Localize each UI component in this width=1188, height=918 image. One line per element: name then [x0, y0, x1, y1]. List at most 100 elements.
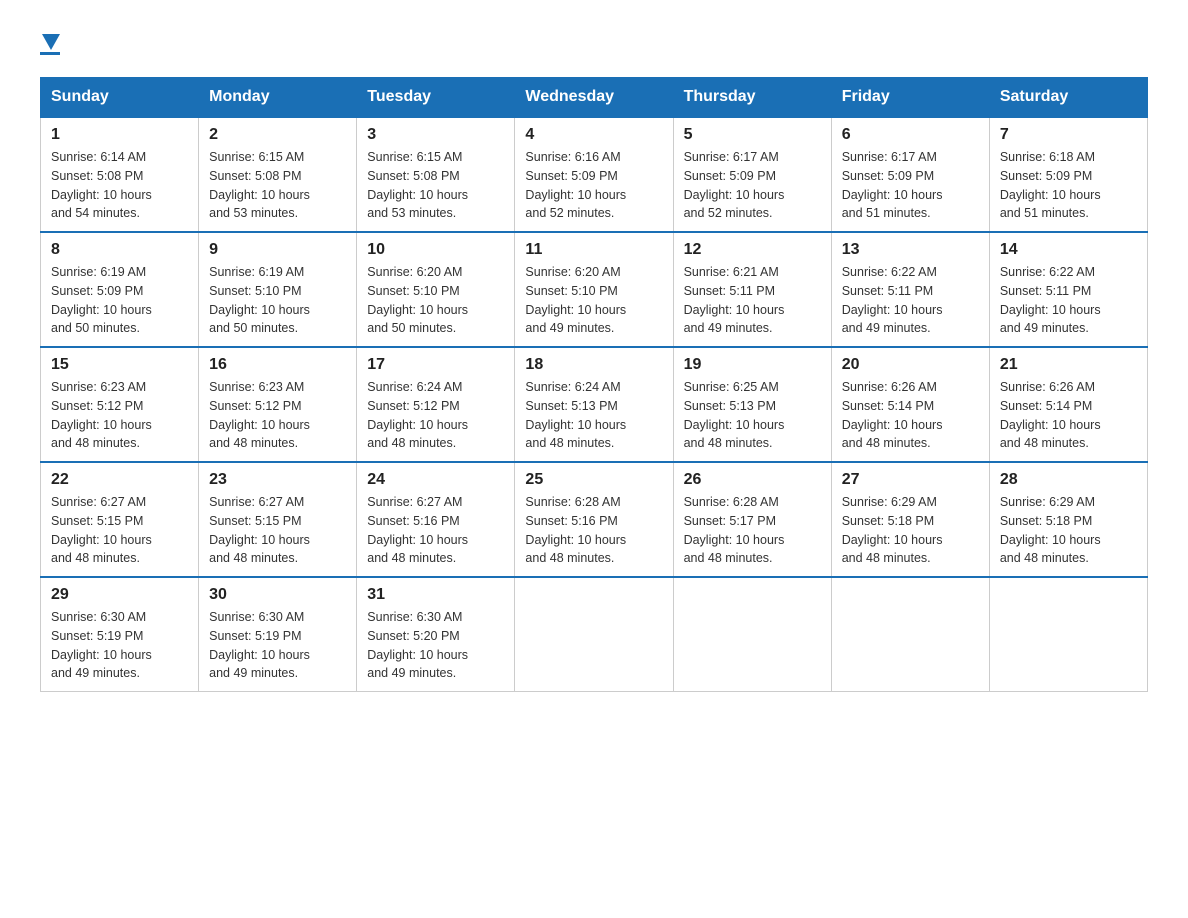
calendar-cell: 14 Sunrise: 6:22 AMSunset: 5:11 PMDaylig…	[989, 232, 1147, 347]
day-info: Sunrise: 6:27 AMSunset: 5:15 PMDaylight:…	[51, 495, 152, 565]
day-number: 9	[209, 241, 346, 259]
calendar-week-row: 15 Sunrise: 6:23 AMSunset: 5:12 PMDaylig…	[41, 347, 1148, 462]
day-info: Sunrise: 6:15 AMSunset: 5:08 PMDaylight:…	[367, 150, 468, 220]
day-number: 28	[1000, 471, 1137, 489]
day-info: Sunrise: 6:26 AMSunset: 5:14 PMDaylight:…	[1000, 380, 1101, 450]
weekday-header-saturday: Saturday	[989, 78, 1147, 118]
day-number: 19	[684, 356, 821, 374]
page-header	[40, 30, 1148, 57]
day-info: Sunrise: 6:29 AMSunset: 5:18 PMDaylight:…	[1000, 495, 1101, 565]
day-info: Sunrise: 6:28 AMSunset: 5:16 PMDaylight:…	[525, 495, 626, 565]
day-number: 4	[525, 126, 662, 144]
day-number: 31	[367, 586, 504, 604]
day-number: 3	[367, 126, 504, 144]
day-number: 20	[842, 356, 979, 374]
day-number: 10	[367, 241, 504, 259]
calendar-cell: 1 Sunrise: 6:14 AMSunset: 5:08 PMDayligh…	[41, 117, 199, 232]
day-info: Sunrise: 6:24 AMSunset: 5:13 PMDaylight:…	[525, 380, 626, 450]
calendar-cell: 12 Sunrise: 6:21 AMSunset: 5:11 PMDaylig…	[673, 232, 831, 347]
calendar-cell: 22 Sunrise: 6:27 AMSunset: 5:15 PMDaylig…	[41, 462, 199, 577]
calendar-cell: 28 Sunrise: 6:29 AMSunset: 5:18 PMDaylig…	[989, 462, 1147, 577]
day-info: Sunrise: 6:30 AMSunset: 5:20 PMDaylight:…	[367, 610, 468, 680]
calendar-cell: 10 Sunrise: 6:20 AMSunset: 5:10 PMDaylig…	[357, 232, 515, 347]
calendar-cell: 9 Sunrise: 6:19 AMSunset: 5:10 PMDayligh…	[199, 232, 357, 347]
calendar-cell: 31 Sunrise: 6:30 AMSunset: 5:20 PMDaylig…	[357, 577, 515, 692]
calendar-week-row: 22 Sunrise: 6:27 AMSunset: 5:15 PMDaylig…	[41, 462, 1148, 577]
day-info: Sunrise: 6:20 AMSunset: 5:10 PMDaylight:…	[525, 265, 626, 335]
day-number: 18	[525, 356, 662, 374]
day-number: 12	[684, 241, 821, 259]
calendar-cell	[831, 577, 989, 692]
day-number: 24	[367, 471, 504, 489]
day-number: 6	[842, 126, 979, 144]
day-number: 22	[51, 471, 188, 489]
day-info: Sunrise: 6:24 AMSunset: 5:12 PMDaylight:…	[367, 380, 468, 450]
day-number: 11	[525, 241, 662, 259]
calendar-cell: 15 Sunrise: 6:23 AMSunset: 5:12 PMDaylig…	[41, 347, 199, 462]
day-info: Sunrise: 6:23 AMSunset: 5:12 PMDaylight:…	[51, 380, 152, 450]
day-number: 13	[842, 241, 979, 259]
weekday-header-sunday: Sunday	[41, 78, 199, 118]
weekday-header-thursday: Thursday	[673, 78, 831, 118]
calendar-cell: 3 Sunrise: 6:15 AMSunset: 5:08 PMDayligh…	[357, 117, 515, 232]
day-number: 14	[1000, 241, 1137, 259]
day-info: Sunrise: 6:21 AMSunset: 5:11 PMDaylight:…	[684, 265, 785, 335]
calendar-cell: 26 Sunrise: 6:28 AMSunset: 5:17 PMDaylig…	[673, 462, 831, 577]
calendar-cell: 17 Sunrise: 6:24 AMSunset: 5:12 PMDaylig…	[357, 347, 515, 462]
calendar-week-row: 8 Sunrise: 6:19 AMSunset: 5:09 PMDayligh…	[41, 232, 1148, 347]
calendar-cell: 7 Sunrise: 6:18 AMSunset: 5:09 PMDayligh…	[989, 117, 1147, 232]
day-info: Sunrise: 6:30 AMSunset: 5:19 PMDaylight:…	[51, 610, 152, 680]
day-info: Sunrise: 6:22 AMSunset: 5:11 PMDaylight:…	[1000, 265, 1101, 335]
day-info: Sunrise: 6:27 AMSunset: 5:15 PMDaylight:…	[209, 495, 310, 565]
calendar-cell: 23 Sunrise: 6:27 AMSunset: 5:15 PMDaylig…	[199, 462, 357, 577]
day-info: Sunrise: 6:17 AMSunset: 5:09 PMDaylight:…	[842, 150, 943, 220]
calendar-cell: 16 Sunrise: 6:23 AMSunset: 5:12 PMDaylig…	[199, 347, 357, 462]
day-info: Sunrise: 6:14 AMSunset: 5:08 PMDaylight:…	[51, 150, 152, 220]
logo	[40, 30, 60, 57]
calendar-week-row: 1 Sunrise: 6:14 AMSunset: 5:08 PMDayligh…	[41, 117, 1148, 232]
calendar-cell: 29 Sunrise: 6:30 AMSunset: 5:19 PMDaylig…	[41, 577, 199, 692]
calendar-cell	[515, 577, 673, 692]
weekday-header-monday: Monday	[199, 78, 357, 118]
day-info: Sunrise: 6:18 AMSunset: 5:09 PMDaylight:…	[1000, 150, 1101, 220]
weekday-header-row: SundayMondayTuesdayWednesdayThursdayFrid…	[41, 78, 1148, 118]
day-number: 7	[1000, 126, 1137, 144]
day-info: Sunrise: 6:26 AMSunset: 5:14 PMDaylight:…	[842, 380, 943, 450]
day-number: 26	[684, 471, 821, 489]
day-info: Sunrise: 6:29 AMSunset: 5:18 PMDaylight:…	[842, 495, 943, 565]
day-number: 23	[209, 471, 346, 489]
weekday-header-friday: Friday	[831, 78, 989, 118]
calendar-cell: 24 Sunrise: 6:27 AMSunset: 5:16 PMDaylig…	[357, 462, 515, 577]
calendar-cell: 27 Sunrise: 6:29 AMSunset: 5:18 PMDaylig…	[831, 462, 989, 577]
day-info: Sunrise: 6:20 AMSunset: 5:10 PMDaylight:…	[367, 265, 468, 335]
calendar-cell: 5 Sunrise: 6:17 AMSunset: 5:09 PMDayligh…	[673, 117, 831, 232]
calendar-cell: 4 Sunrise: 6:16 AMSunset: 5:09 PMDayligh…	[515, 117, 673, 232]
calendar-cell	[673, 577, 831, 692]
calendar-cell: 18 Sunrise: 6:24 AMSunset: 5:13 PMDaylig…	[515, 347, 673, 462]
day-info: Sunrise: 6:16 AMSunset: 5:09 PMDaylight:…	[525, 150, 626, 220]
day-info: Sunrise: 6:15 AMSunset: 5:08 PMDaylight:…	[209, 150, 310, 220]
day-info: Sunrise: 6:23 AMSunset: 5:12 PMDaylight:…	[209, 380, 310, 450]
calendar-cell: 21 Sunrise: 6:26 AMSunset: 5:14 PMDaylig…	[989, 347, 1147, 462]
day-info: Sunrise: 6:19 AMSunset: 5:10 PMDaylight:…	[209, 265, 310, 335]
day-info: Sunrise: 6:22 AMSunset: 5:11 PMDaylight:…	[842, 265, 943, 335]
calendar-cell	[989, 577, 1147, 692]
day-info: Sunrise: 6:28 AMSunset: 5:17 PMDaylight:…	[684, 495, 785, 565]
day-number: 1	[51, 126, 188, 144]
day-number: 30	[209, 586, 346, 604]
calendar-cell: 25 Sunrise: 6:28 AMSunset: 5:16 PMDaylig…	[515, 462, 673, 577]
day-info: Sunrise: 6:25 AMSunset: 5:13 PMDaylight:…	[684, 380, 785, 450]
calendar-cell: 13 Sunrise: 6:22 AMSunset: 5:11 PMDaylig…	[831, 232, 989, 347]
calendar-table: SundayMondayTuesdayWednesdayThursdayFrid…	[40, 77, 1148, 692]
calendar-cell: 30 Sunrise: 6:30 AMSunset: 5:19 PMDaylig…	[199, 577, 357, 692]
day-number: 2	[209, 126, 346, 144]
day-number: 15	[51, 356, 188, 374]
day-number: 29	[51, 586, 188, 604]
calendar-cell: 20 Sunrise: 6:26 AMSunset: 5:14 PMDaylig…	[831, 347, 989, 462]
day-number: 5	[684, 126, 821, 144]
day-number: 8	[51, 241, 188, 259]
calendar-cell: 19 Sunrise: 6:25 AMSunset: 5:13 PMDaylig…	[673, 347, 831, 462]
day-number: 21	[1000, 356, 1137, 374]
day-number: 16	[209, 356, 346, 374]
logo-arrow-icon	[42, 34, 60, 50]
